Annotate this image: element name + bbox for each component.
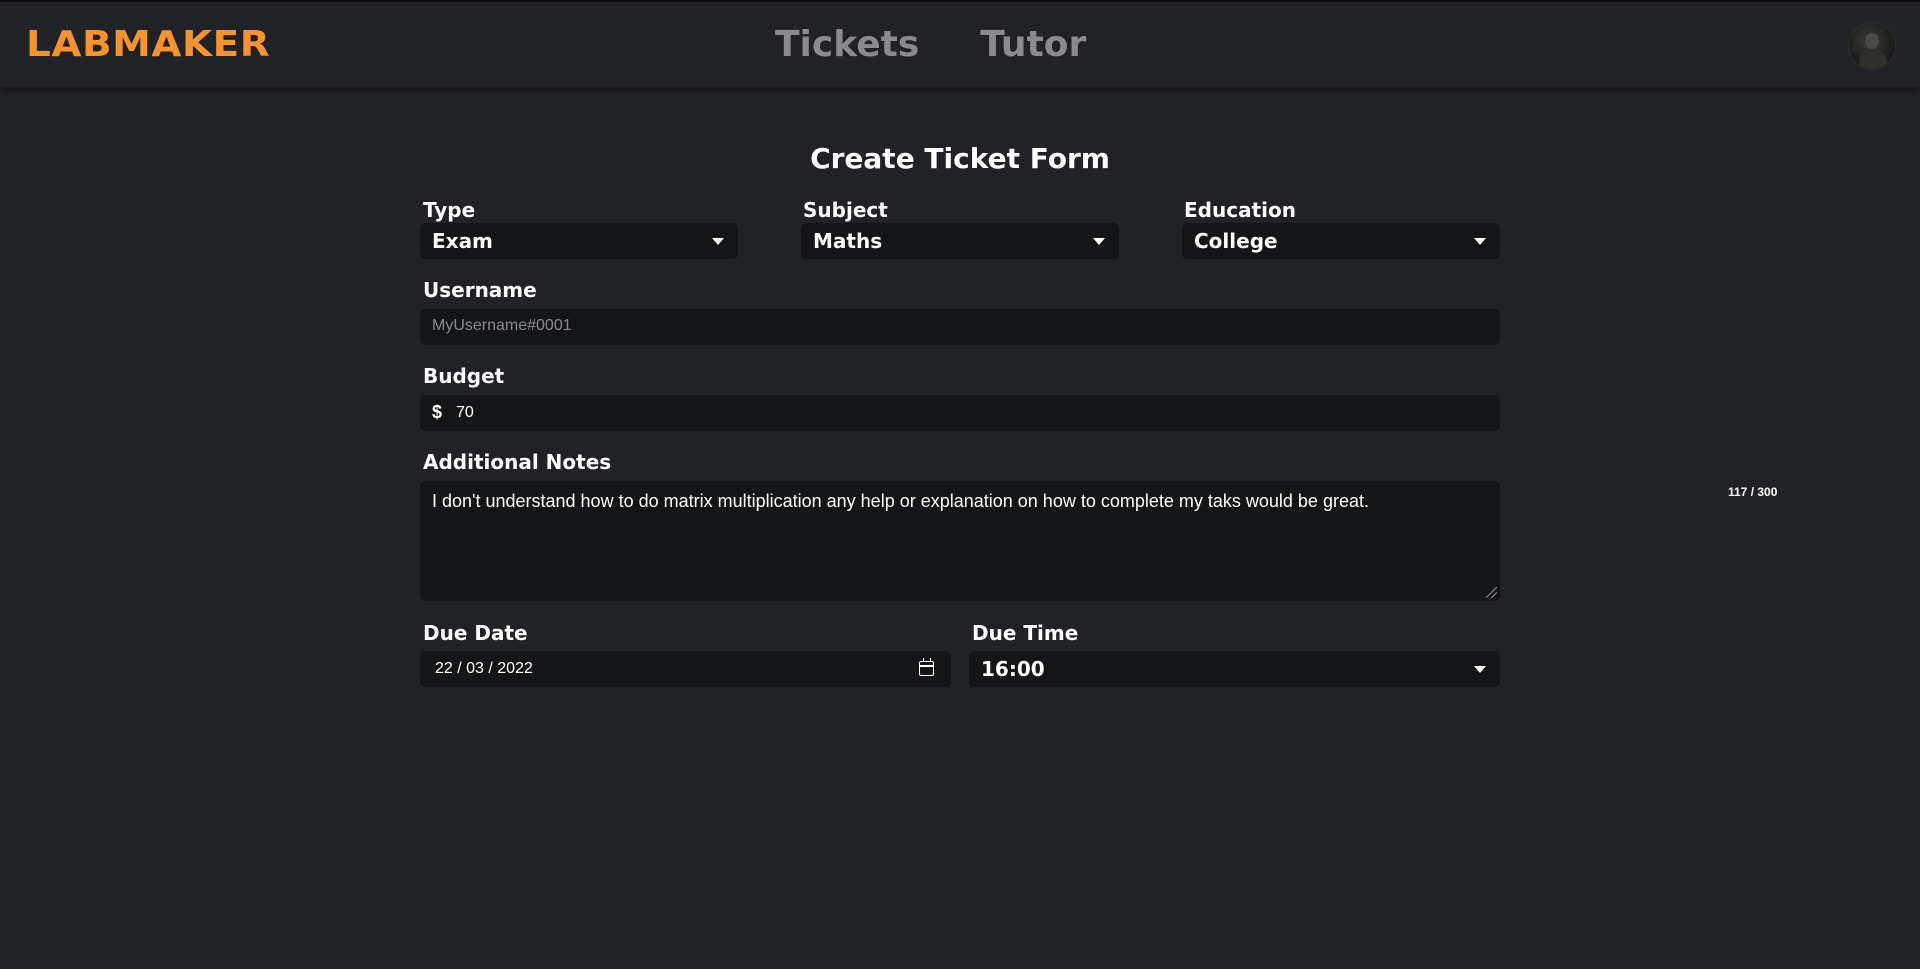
subject-label: Subject <box>803 198 888 222</box>
due-date-input[interactable]: 22 / 03 / 2022 <box>420 651 951 687</box>
budget-label: Budget <box>423 364 505 388</box>
chevron-down-icon <box>1093 238 1105 245</box>
nav-links: Tickets Tutor <box>775 24 1086 65</box>
type-label: Type <box>423 198 476 222</box>
navbar: LABMAKER Tickets Tutor <box>0 0 1920 88</box>
budget-value: 70 <box>456 404 474 421</box>
subject-value: Maths <box>813 229 883 253</box>
notes-label: Additional Notes <box>423 450 612 474</box>
due-time-label: Due Time <box>972 621 1079 645</box>
avatar-body <box>1859 49 1887 69</box>
education-label: Education <box>1184 198 1296 222</box>
education-select[interactable]: College <box>1182 223 1500 259</box>
due-time-value: 16:00 <box>981 657 1045 681</box>
chevron-down-icon <box>712 238 724 245</box>
subject-select[interactable]: Maths <box>801 223 1119 259</box>
notes-char-counter: 117 / 300 <box>1728 485 1778 499</box>
username-input[interactable]: MyUsername#0001 <box>420 309 1500 345</box>
chevron-down-icon <box>1474 238 1486 245</box>
calendar-icon[interactable] <box>919 658 934 676</box>
education-value: College <box>1194 229 1278 253</box>
avatar[interactable] <box>1848 22 1896 70</box>
username-label: Username <box>423 278 537 302</box>
notes-value: I don't understand how to do matrix mult… <box>432 491 1369 511</box>
form-title: Create Ticket Form <box>810 142 1110 175</box>
due-time-select[interactable]: 16:00 <box>969 651 1500 687</box>
dollar-icon: $ <box>432 402 443 422</box>
due-date-label: Due Date <box>423 621 528 645</box>
nav-link-tickets[interactable]: Tickets <box>775 24 919 65</box>
chevron-down-icon <box>1474 666 1486 673</box>
due-date-value: 22 / 03 / 2022 <box>435 660 533 677</box>
logo[interactable]: LABMAKER <box>26 24 270 65</box>
type-select[interactable]: Exam <box>420 223 738 259</box>
notes-textarea[interactable]: I don't understand how to do matrix mult… <box>420 481 1500 601</box>
resize-handle-icon[interactable] <box>1486 587 1497 598</box>
type-value: Exam <box>432 229 493 253</box>
budget-input[interactable]: $ 70 <box>420 395 1500 431</box>
avatar-head <box>1865 33 1879 49</box>
username-placeholder: MyUsername#0001 <box>432 317 572 334</box>
nav-link-tutor[interactable]: Tutor <box>980 24 1086 65</box>
